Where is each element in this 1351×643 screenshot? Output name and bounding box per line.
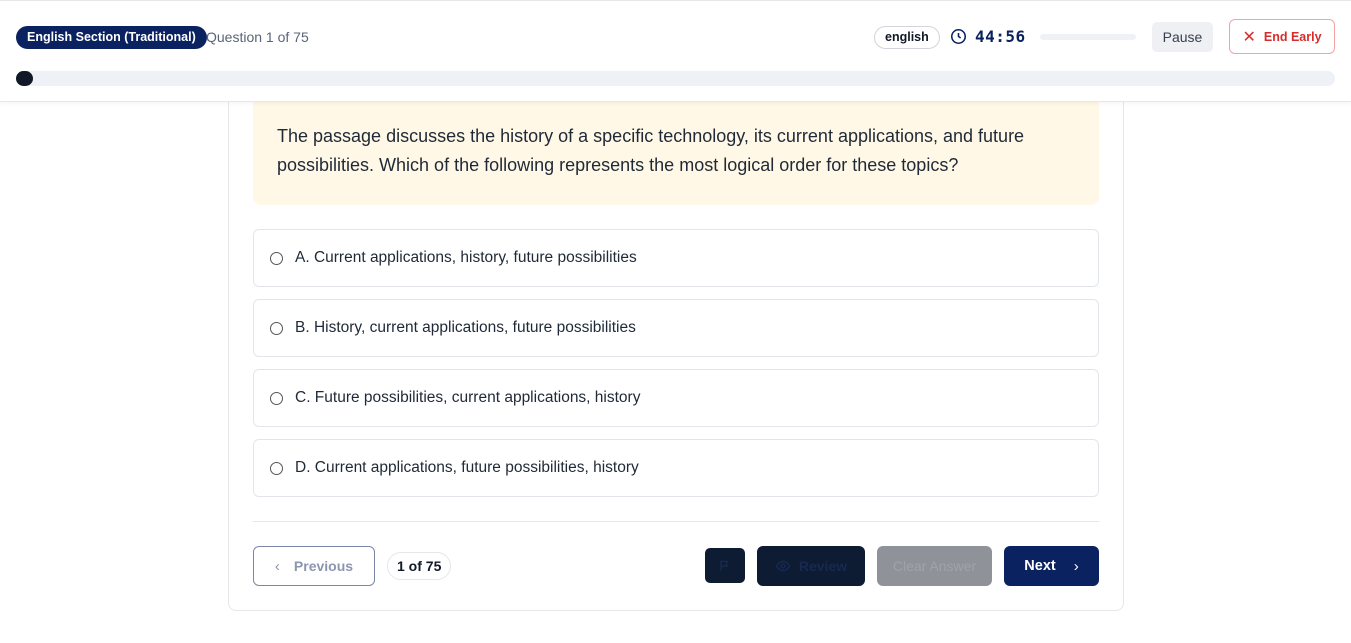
option-label: B. History, current applications, future… <box>295 319 636 336</box>
option-label: D. Current applications, future possibil… <box>295 459 639 476</box>
clock-icon <box>950 28 967 45</box>
timer: 44:56 <box>975 27 1026 46</box>
answer-option-b[interactable]: B. History, current applications, future… <box>253 299 1099 357</box>
top-bar: English Section (Traditional) Question 1… <box>0 0 1351 102</box>
page-indicator: 1 of 75 <box>387 552 452 580</box>
option-label: C. Future possibilities, current applica… <box>295 389 641 406</box>
question-text: The passage discusses the history of a s… <box>277 126 1025 175</box>
timer-progress <box>1040 34 1136 40</box>
chevron-right-icon: › <box>1073 557 1079 575</box>
previous-button[interactable]: ‹ Previous <box>253 546 375 586</box>
end-early-button[interactable]: ✕ End Early <box>1229 19 1335 54</box>
question-counter: Question 1 of 75 <box>206 29 309 45</box>
answer-option-d[interactable]: D. Current applications, future possibil… <box>253 439 1099 497</box>
language-badge: english <box>874 26 940 49</box>
flag-icon <box>720 560 729 571</box>
chevron-left-icon: ‹ <box>274 557 280 575</box>
eye-icon <box>775 560 791 572</box>
exam-progress-fill <box>16 71 34 86</box>
section-badge: English Section (Traditional) <box>16 26 207 49</box>
radio-button[interactable] <box>270 251 283 265</box>
answer-option-a[interactable]: A. Current applications, history, future… <box>253 229 1099 287</box>
review-button[interactable]: Review <box>757 546 865 586</box>
end-early-label: End Early <box>1263 29 1322 44</box>
question-prompt: The passage discusses the history of a s… <box>253 102 1099 205</box>
radio-button[interactable] <box>270 461 283 475</box>
exam-progress-bar <box>16 71 1335 86</box>
review-label: Review <box>798 558 848 574</box>
previous-label: Previous <box>293 558 354 574</box>
footer-divider <box>253 521 1099 522</box>
clear-answer-button[interactable]: Clear Answer <box>877 546 992 586</box>
flag-button[interactable] <box>705 548 745 583</box>
option-label: A. Current applications, history, future… <box>295 249 637 266</box>
next-button[interactable]: Next › <box>1004 546 1099 586</box>
radio-button[interactable] <box>270 391 283 405</box>
answer-option-c[interactable]: C. Future possibilities, current applica… <box>253 369 1099 427</box>
close-icon: ✕ <box>1242 28 1256 46</box>
radio-button[interactable] <box>270 321 283 335</box>
next-label: Next <box>1024 558 1056 574</box>
pause-button[interactable]: Pause <box>1152 22 1213 52</box>
